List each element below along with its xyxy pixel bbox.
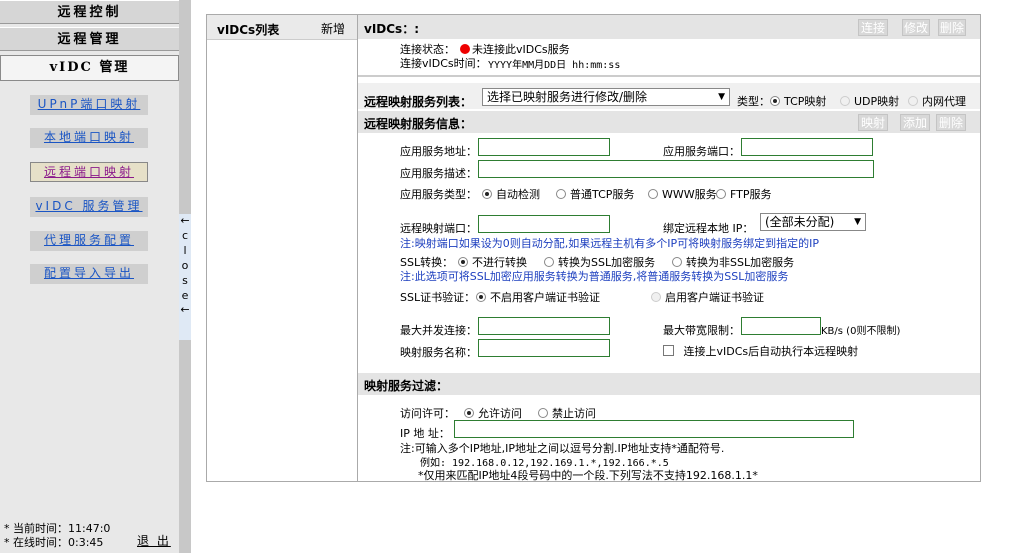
svc-name-input[interactable] <box>478 339 610 357</box>
app-type-auto-label: 自动检测 <box>496 188 540 201</box>
svc-name-label: 映射服务名称： <box>400 346 477 359</box>
online-time-value: 0:3:45 <box>68 536 104 549</box>
arrow-left-icon: ← <box>180 214 190 227</box>
service-list-label: 远程映射服务列表： <box>364 95 473 109</box>
link-config-import-export[interactable]: 配置导入导出 <box>30 264 148 284</box>
checkbox-icon <box>663 345 674 356</box>
delete-vidcs-button[interactable]: 删除 <box>938 19 966 36</box>
conn-time-label: 连接vIDCs时间： <box>400 57 487 70</box>
max-conn-input[interactable] <box>478 317 610 335</box>
menu-vidc-manage[interactable]: vIDC 管理 <box>0 55 179 81</box>
menu-remote-manage[interactable]: 远程管理 <box>0 27 179 51</box>
service-select[interactable]: 选择已映射服务进行修改/删除 ▼ <box>482 88 730 106</box>
app-type-ftp-label: FTP服务 <box>730 188 772 201</box>
new-vidcs-button[interactable]: 新增 <box>321 20 345 37</box>
type-label: 类型： <box>737 95 770 108</box>
app-addr-input[interactable] <box>478 138 610 156</box>
max-bw-label: 最大带宽限制： <box>663 324 740 337</box>
cert-on-label: 启用客户端证书验证 <box>665 291 764 304</box>
ssl-note: 注:此选项可将SSL加密应用服务转换为普通服务,将普通服务转换为SSL加密服务 <box>400 270 789 283</box>
max-bw-input[interactable] <box>741 317 821 335</box>
app-type-auto-radio[interactable]: 自动检测 <box>482 186 540 202</box>
connect-button[interactable]: 连接 <box>858 19 888 36</box>
app-type-label: 应用服务类型： <box>400 188 477 201</box>
auto-map-checkbox[interactable]: 连接上vIDCs后自动执行本远程映射 <box>663 343 858 359</box>
service-info-label: 远程映射服务信息： <box>364 117 473 131</box>
chevron-down-icon: ▼ <box>854 217 861 227</box>
link-proxy-config[interactable]: 代理服务配置 <box>30 231 148 251</box>
cert-off-label: 不启用客户端证书验证 <box>490 291 600 304</box>
add-button[interactable]: 添加 <box>900 114 930 131</box>
bw-unit: KB/s (0则不限制) <box>821 326 901 337</box>
map-button[interactable]: 映射 <box>858 114 888 131</box>
modify-button[interactable]: 修改 <box>902 19 930 36</box>
access-deny-radio[interactable]: 禁止访问 <box>538 405 596 421</box>
vidcs-label: vIDCs：: <box>364 22 419 36</box>
online-time-label: * 在线时间： <box>4 536 68 549</box>
app-port-input[interactable] <box>741 138 873 156</box>
type-tcp-radio[interactable]: TCP映射 <box>770 93 826 109</box>
vidcs-list-title: vIDCs列表 <box>217 23 280 37</box>
online-time: * 在线时间：0:3:45 <box>4 534 103 550</box>
filter-bar <box>358 373 980 395</box>
access-allow-radio[interactable]: 允许访问 <box>464 405 522 421</box>
auto-map-label: 连接上vIDCs后自动执行本远程映射 <box>683 345 859 358</box>
conn-time-value: YYYY年MM月DD日 hh:mm:ss <box>488 60 621 71</box>
close-sidebar-tab[interactable]: ← close ← <box>179 214 191 340</box>
filter-label: 映射服务过滤： <box>364 379 449 393</box>
conn-status-value: 未连接此vIDCs服务 <box>472 43 570 56</box>
type-udp-label: UDP映射 <box>854 95 900 108</box>
status-dot-icon <box>460 44 470 54</box>
app-type-www-radio[interactable]: WWW服务 <box>648 186 717 202</box>
access-allow-label: 允许访问 <box>478 407 522 420</box>
app-type-www-label: WWW服务 <box>662 188 717 201</box>
cert-on-radio[interactable]: 启用客户端证书验证 <box>651 289 764 305</box>
type-proxy-label: 内网代理 <box>922 95 966 108</box>
app-desc-label: 应用服务描述： <box>400 167 477 180</box>
left-panel: 远程控制 远程管理 vIDC 管理 UPnP端口映射 本地端口映射 远程端口映射… <box>0 0 179 553</box>
delete-service-button[interactable]: 删除 <box>936 114 966 131</box>
app-port-label: 应用服务端口： <box>663 145 740 158</box>
chevron-down-icon: ▼ <box>718 92 725 102</box>
remote-port-label: 远程映射端口： <box>400 222 477 235</box>
link-upnp-port-mapping[interactable]: UPnP端口映射 <box>30 95 148 115</box>
link-vidc-service-manage[interactable]: vIDC 服务管理 <box>30 197 148 217</box>
cert-label: SSL证书验证： <box>400 291 476 304</box>
cert-off-radio[interactable]: 不启用客户端证书验证 <box>476 289 600 305</box>
type-tcp-label: TCP映射 <box>784 95 827 108</box>
ip-label: IP 地 址： <box>400 427 450 440</box>
bind-ip-value: (全部未分配) <box>765 215 835 229</box>
logout-link[interactable]: 退 出 <box>137 532 171 549</box>
link-local-port-mapping[interactable]: 本地端口映射 <box>30 128 148 148</box>
app-desc-input[interactable] <box>478 160 874 178</box>
section-separator <box>358 75 980 77</box>
access-deny-label: 禁止访问 <box>552 407 596 420</box>
ip-filter-input[interactable] <box>454 420 854 438</box>
service-select-value: 选择已映射服务进行修改/删除 <box>487 90 648 104</box>
max-conn-label: 最大并发连接： <box>400 324 477 337</box>
type-udp-radio[interactable]: UDP映射 <box>840 93 899 109</box>
access-label: 访问许可： <box>400 407 455 420</box>
port-note: 注:映射端口如果设为0则自动分配,如果远程主机有多个IP可将映射服务绑定到指定的… <box>400 237 819 250</box>
app-type-tcp-radio[interactable]: 普通TCP服务 <box>556 186 634 202</box>
type-proxy-radio[interactable]: 内网代理 <box>908 93 966 109</box>
arrow-left-icon: ← <box>180 303 190 316</box>
detail-panel: vIDCs：: 连接 修改 删除 连接状态： 未连接此vIDCs服务 连接vID… <box>358 14 981 482</box>
bind-ip-select[interactable]: (全部未分配) ▼ <box>760 213 866 231</box>
remote-port-input[interactable] <box>478 215 610 233</box>
app-type-ftp-radio[interactable]: FTP服务 <box>716 186 772 202</box>
app-addr-label: 应用服务地址： <box>400 145 477 158</box>
vidcs-list-header: vIDCs列表 新增 <box>207 15 357 40</box>
vidcs-list-panel: vIDCs列表 新增 <box>206 14 358 482</box>
link-remote-port-mapping[interactable]: 远程端口映射 <box>30 162 148 182</box>
close-label: close <box>181 229 189 302</box>
menu-remote-control[interactable]: 远程控制 <box>0 0 179 24</box>
filter-note-3: *仅用来匹配IP地址4段号码中的一个段.下列写法不支持192.168.1.1* <box>418 469 758 482</box>
bind-ip-label: 绑定远程本地 IP： <box>663 222 754 235</box>
app-type-tcp-label: 普通TCP服务 <box>570 188 635 201</box>
